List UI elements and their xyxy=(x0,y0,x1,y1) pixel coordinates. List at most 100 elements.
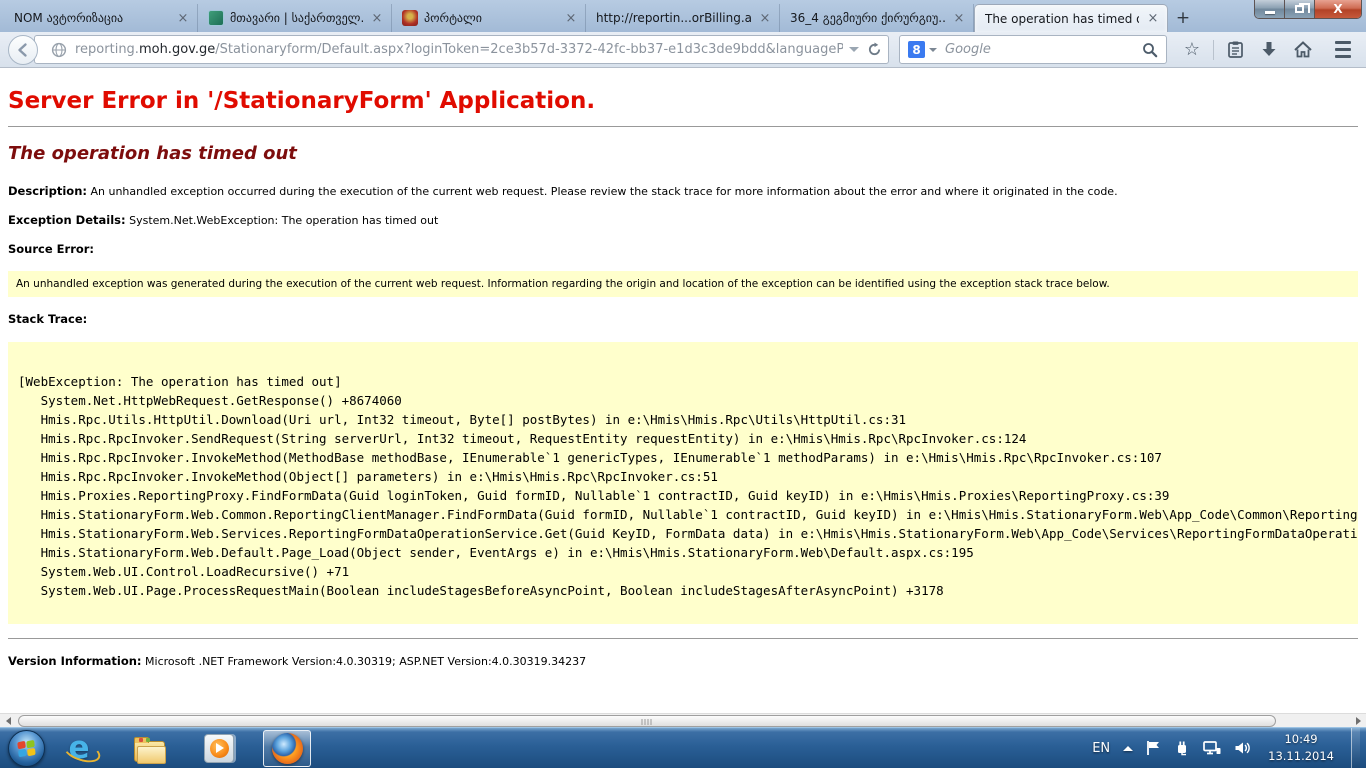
horizontal-scrollbar[interactable] xyxy=(0,713,1366,727)
system-tray: EN xyxy=(1092,728,1366,768)
source-error-text: An unhandled exception was generated dur… xyxy=(16,278,1110,290)
version-information-label: Version Information: xyxy=(8,654,142,668)
bookmarks-menu-button[interactable] xyxy=(1220,35,1250,65)
scrollbar-thumb[interactable] xyxy=(18,715,1276,727)
tab-portali[interactable]: პორტალი × xyxy=(392,4,586,32)
show-desktop-button[interactable] xyxy=(1351,728,1360,768)
back-button[interactable] xyxy=(8,35,38,65)
tab-close-icon[interactable]: × xyxy=(369,11,385,26)
stack-trace-row: Stack Trace: xyxy=(8,312,1358,326)
bookmark-star-button[interactable]: ☆ xyxy=(1177,35,1207,65)
minimize-icon xyxy=(1265,11,1275,14)
taskbar-clock[interactable]: 10:49 13.11.2014 xyxy=(1264,731,1338,764)
minimize-button[interactable] xyxy=(1255,0,1285,18)
firefox-taskbar-button[interactable] xyxy=(263,730,311,767)
tab-close-icon[interactable]: × xyxy=(1145,11,1161,26)
windows-flag-icon xyxy=(17,740,37,758)
up-arrow-icon xyxy=(1123,746,1133,751)
source-error-row: Source Error: xyxy=(8,242,1358,256)
windows-taskbar: e EN xyxy=(0,727,1366,768)
media-player-button[interactable] xyxy=(199,729,239,767)
tab-close-icon[interactable]: × xyxy=(757,11,773,26)
stack-trace-box: [WebException: The operation has timed o… xyxy=(8,342,1358,624)
power-plug-icon xyxy=(1174,740,1190,756)
navigation-toolbar: reporting.moh.gov.ge/Stationaryform/Defa… xyxy=(0,32,1366,68)
network-button[interactable] xyxy=(1203,740,1221,756)
error-message-heading: The operation has timed out xyxy=(8,143,1358,164)
asp-net-error-page: Server Error in '/StationaryForm' Applic… xyxy=(0,68,1366,668)
search-engine-dropdown-icon[interactable] xyxy=(929,48,937,52)
browser-viewport: Server Error in '/StationaryForm' Applic… xyxy=(0,68,1366,713)
tab-close-icon[interactable]: × xyxy=(563,11,579,26)
home-icon xyxy=(1294,41,1312,58)
clipboard-icon xyxy=(1228,41,1243,58)
tab-mtavari[interactable]: მთავარი | საქართველ... × xyxy=(198,4,392,32)
language-indicator[interactable]: EN xyxy=(1092,741,1110,756)
start-button[interactable] xyxy=(8,730,45,767)
show-hidden-icons-button[interactable] xyxy=(1123,746,1133,751)
tab-close-icon[interactable]: × xyxy=(951,11,967,26)
speaker-icon xyxy=(1234,740,1251,756)
browser-titlebar: NOM ავტორიზაცია × მთავარი | საქართველ...… xyxy=(0,0,1366,32)
tab-title: The operation has timed out xyxy=(985,12,1139,26)
clock-date: 13.11.2014 xyxy=(1268,749,1334,763)
scrollbar-grip xyxy=(642,719,653,725)
tab-title: NOM ავტორიზაცია xyxy=(14,11,169,25)
error-page-title: Server Error in '/StationaryForm' Applic… xyxy=(8,88,1358,114)
divider xyxy=(8,638,1358,639)
clock-time: 10:49 xyxy=(1284,732,1317,746)
exception-details-label: Exception Details: xyxy=(8,213,126,227)
network-icon xyxy=(1203,740,1221,756)
folder-icon xyxy=(134,741,165,762)
stack-trace-label: Stack Trace: xyxy=(8,312,87,326)
source-error-label: Source Error: xyxy=(8,242,94,256)
exception-details-text: System.Net.WebException: The operation h… xyxy=(129,214,438,227)
search-bar[interactable]: 8 Google xyxy=(899,35,1167,64)
version-information-row: Version Information: Microsoft .NET Fram… xyxy=(8,654,1358,668)
exception-details-row: Exception Details: System.Net.WebExcepti… xyxy=(8,213,1358,227)
shield-favicon-icon xyxy=(208,10,224,26)
tab-reporting-billing[interactable]: http://reportin...orBilling.aspx × xyxy=(586,4,780,32)
action-center-button[interactable] xyxy=(1146,740,1161,756)
power-button[interactable] xyxy=(1174,740,1190,756)
google-engine-icon[interactable]: 8 xyxy=(908,41,925,58)
downloads-button[interactable] xyxy=(1254,35,1284,65)
search-placeholder: Google xyxy=(945,42,1142,57)
internet-explorer-icon: e xyxy=(68,733,89,764)
restore-button[interactable] xyxy=(1285,0,1315,18)
restore-icon xyxy=(1295,5,1304,13)
scroll-left-icon xyxy=(6,717,11,725)
tab-strip: NOM ავტორიზაცია × მთავარი | საქართველ...… xyxy=(4,4,1198,32)
volume-button[interactable] xyxy=(1234,740,1251,756)
new-tab-button[interactable]: + xyxy=(1168,4,1198,32)
flag-icon xyxy=(1146,740,1161,756)
tab-operation-timed-out[interactable]: The operation has timed out × xyxy=(974,4,1168,32)
download-arrow-icon xyxy=(1261,41,1277,58)
home-button[interactable] xyxy=(1288,35,1318,65)
version-information-text: Microsoft .NET Framework Version:4.0.303… xyxy=(145,655,586,668)
scroll-right-button[interactable] xyxy=(1350,714,1366,728)
tab-36-4-surgery[interactable]: 36_4 გეგმიური ქირურგიუ... × xyxy=(780,4,974,32)
emblem-favicon-icon xyxy=(402,10,418,26)
close-button[interactable]: X xyxy=(1315,0,1361,18)
source-error-box: An unhandled exception was generated dur… xyxy=(8,271,1358,297)
internet-explorer-button[interactable]: e xyxy=(59,729,99,767)
media-player-icon xyxy=(204,734,234,763)
tab-title: 36_4 გეგმიური ქირურგიუ... xyxy=(790,11,945,25)
url-bar[interactable]: reporting.moh.gov.ge/Stationaryform/Defa… xyxy=(34,35,889,64)
firefox-icon xyxy=(272,733,303,764)
tab-title: მთავარი | საქართველ... xyxy=(230,11,363,25)
tab-title: პორტალი xyxy=(424,11,557,25)
reload-icon[interactable] xyxy=(867,42,882,57)
search-icon[interactable] xyxy=(1142,42,1158,58)
tab-close-icon[interactable]: × xyxy=(175,11,191,26)
divider xyxy=(8,126,1358,127)
tab-nom-authorization[interactable]: NOM ავტორიზაცია × xyxy=(4,4,198,32)
menu-button[interactable] xyxy=(1328,35,1358,65)
scroll-left-button[interactable] xyxy=(0,714,16,728)
description-row: Description: An unhandled exception occu… xyxy=(8,184,1358,198)
url-dropdown-icon[interactable] xyxy=(849,47,859,52)
back-arrow-icon xyxy=(15,42,31,58)
file-explorer-button[interactable] xyxy=(129,729,169,767)
pinned-taskbar-icons: e xyxy=(59,729,311,767)
